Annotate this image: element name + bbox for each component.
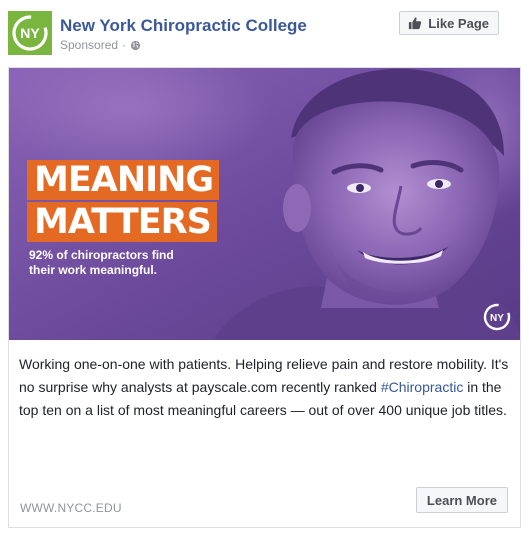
facebook-ad-post: NY New York Chiropractic College Sponsor… — [0, 0, 529, 534]
like-page-label: Like Page — [428, 15, 489, 31]
headline-line2: MATTERS — [27, 202, 217, 242]
avatar-text: NY — [20, 25, 40, 41]
sponsored-row: Sponsored · — [60, 38, 141, 52]
ad-hero-image[interactable]: MEANING MATTERS 92% of chiropractors fin… — [9, 68, 520, 340]
globe-icon[interactable] — [130, 40, 141, 51]
page-avatar[interactable]: NY — [8, 11, 52, 55]
headline-line1: MEANING — [27, 160, 220, 200]
ad-subhead: 92% of chiropractors find their work mea… — [29, 248, 174, 277]
chiropractic-hashtag-link[interactable]: #Chiropractic — [381, 379, 463, 395]
sponsored-label[interactable]: Sponsored — [60, 38, 118, 52]
post-header: NY New York Chiropractic College Sponsor… — [8, 8, 521, 55]
page-name-link[interactable]: New York Chiropractic College — [60, 16, 307, 36]
ad-body-text: Working one-on-one with patients. Helpin… — [19, 353, 509, 422]
watermark-text: NY — [490, 313, 504, 324]
learn-more-button[interactable]: Learn More — [415, 487, 508, 513]
ad-card[interactable]: MEANING MATTERS 92% of chiropractors fin… — [8, 67, 521, 528]
like-page-button[interactable]: Like Page — [399, 11, 499, 35]
nycc-logo-icon: NY — [12, 15, 48, 51]
nycc-watermark-icon: NY — [483, 303, 511, 331]
thumbs-up-icon — [409, 17, 422, 30]
separator-dot: · — [122, 38, 127, 52]
display-url[interactable]: WWW.NYCC.EDU — [20, 501, 122, 515]
